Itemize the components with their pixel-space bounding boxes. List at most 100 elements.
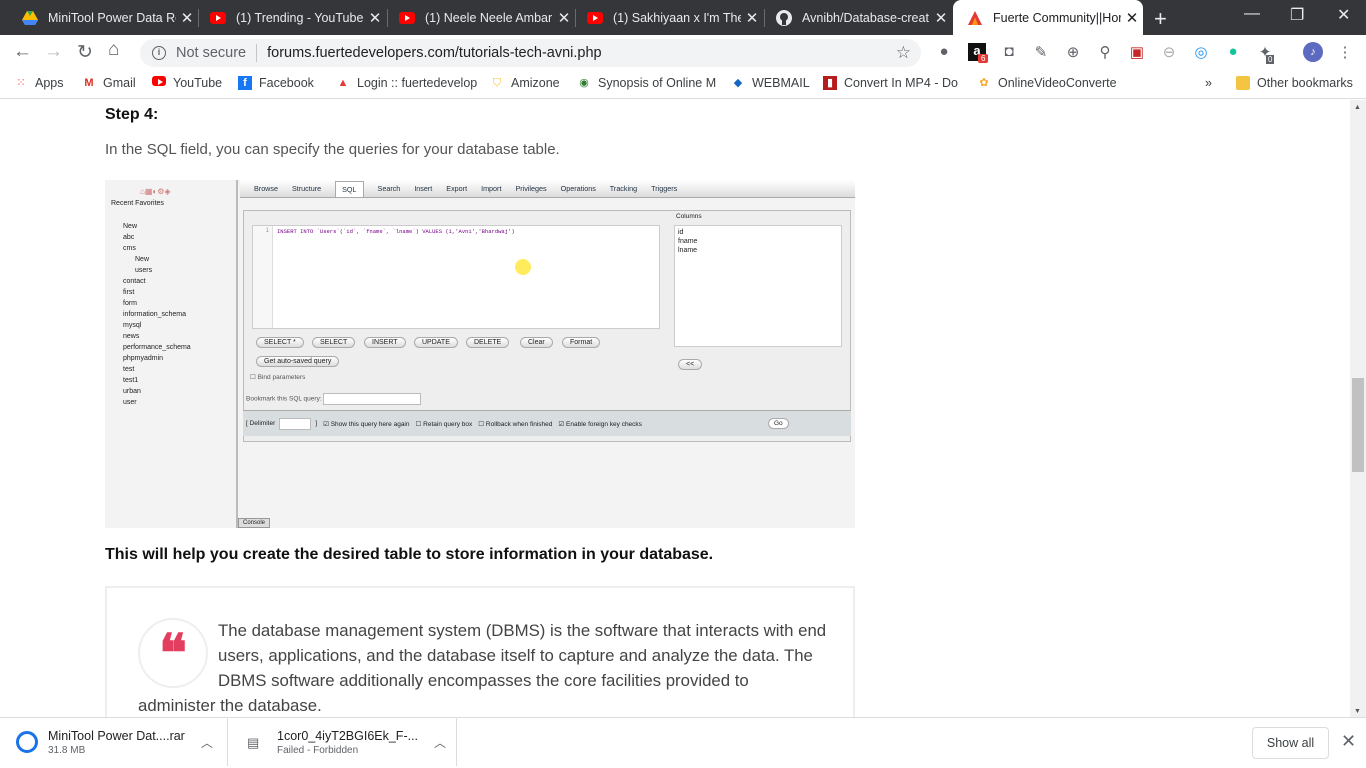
home-icon[interactable]: ⌂ <box>108 39 119 61</box>
show-all-button[interactable]: Show all <box>1252 727 1329 759</box>
download-item-minitool[interactable]: MiniTool Power Dat....rar 31.8 MB ︿ <box>0 718 228 766</box>
pma-tab: Export <box>446 184 468 193</box>
apps-icon: ⁙ <box>16 77 26 89</box>
bookmark-star-icon[interactable]: ☆ <box>896 43 911 63</box>
pocket-extension-icon[interactable]: ▣ <box>1128 43 1146 61</box>
tree-item: mysql <box>123 322 142 329</box>
profile-avatar[interactable]: ♪ <box>1303 42 1323 62</box>
zoom-extension-icon[interactable]: ⚲ <box>1096 43 1114 61</box>
pma-tab: Insert <box>414 184 433 193</box>
menu-icon[interactable]: ⋮ <box>1336 43 1354 61</box>
magnifier-extension-icon[interactable]: ⊕ <box>1064 43 1082 61</box>
pma-tab: Search <box>377 184 401 193</box>
tree-item: New <box>135 256 150 263</box>
bookmark-webmail[interactable]: ◆ WEBMAIL <box>731 76 810 90</box>
restore-icon[interactable]: ❐ <box>1290 5 1304 25</box>
lightbulb-extension-icon[interactable]: ● <box>935 43 953 61</box>
block-extension-icon[interactable]: ⊖ <box>1160 43 1178 61</box>
chevron-up-icon[interactable]: ︿ <box>434 734 446 751</box>
facebook-icon: f <box>238 76 252 90</box>
bookmark-amizone[interactable]: ⛉ Amizone <box>490 76 560 90</box>
camera-extension-icon[interactable]: ◘ <box>1000 43 1018 61</box>
close-downloads-icon[interactable]: ✕ <box>1341 731 1356 752</box>
console-tab: Console <box>238 518 271 528</box>
bookmark-convert[interactable]: ▮ Convert In MP4 - Do <box>823 76 958 90</box>
bookmark-youtube[interactable]: YouTube <box>152 76 222 90</box>
close-tab-icon[interactable]: ✕ <box>741 9 763 27</box>
tree-item: first <box>123 289 135 296</box>
bookmarks-overflow-button[interactable]: » <box>1205 76 1212 90</box>
pma-tab: Import <box>481 184 502 193</box>
youtube-icon <box>210 10 226 26</box>
tab-fuerte[interactable]: Fuerte Community||Hor ✕ <box>953 0 1143 35</box>
sql-editor: 1 INSERT INTO `Users`(`id`, `fname`, `ln… <box>252 225 660 329</box>
address-bar[interactable]: i Not secure forums.fuertedevelopers.com… <box>140 39 921 67</box>
forward-icon[interactable]: → <box>44 41 63 63</box>
security-label: Not secure <box>176 45 247 61</box>
bind-params-label: Bind parameters <box>257 374 306 381</box>
tab-neele[interactable]: (1) Neele Neele Ambar ✕ <box>385 0 575 35</box>
bookmark-facebook[interactable]: f Facebook <box>238 76 314 90</box>
tab-minitool[interactable]: MiniTool Power Data Re ✕ <box>8 0 198 35</box>
tree-item: New <box>123 223 138 230</box>
github-icon <box>776 9 792 26</box>
bookmark-gmail[interactable]: M Gmail <box>82 76 135 90</box>
phpmyadmin-screenshot: ⌂▦◐⚙◈ Recent Favorites New abc cms New u… <box>105 180 855 528</box>
pma-tab: Tracking <box>609 184 638 193</box>
step-text: In the SQL field, you can specify the qu… <box>105 141 560 158</box>
page-content: Step 4: In the SQL field, you can specif… <box>0 100 1350 717</box>
tab-trending[interactable]: (1) Trending - YouTube ✕ <box>196 0 386 35</box>
youtube-icon <box>399 10 415 26</box>
pma-button: Clear <box>520 337 553 348</box>
webmail-icon: ◆ <box>733 77 743 89</box>
close-window-icon[interactable]: ✕ <box>1337 5 1350 25</box>
bookmark-login[interactable]: ▲ Login :: fuertedevelop <box>336 76 478 90</box>
close-tab-icon[interactable]: ✕ <box>176 9 198 27</box>
grammarly-extension-icon[interactable]: ● <box>1224 43 1242 61</box>
close-tab-icon[interactable]: ✕ <box>364 9 386 27</box>
pma-button: SELECT <box>312 337 356 348</box>
scrollbar-thumb[interactable] <box>1352 378 1364 472</box>
tree-item: cms <box>123 245 136 252</box>
scrollbar[interactable]: ▲ ▼ <box>1350 100 1366 717</box>
close-tab-icon[interactable]: ✕ <box>930 9 952 27</box>
amizone-icon: ⛉ <box>492 77 502 89</box>
pma-go-button: Go <box>767 418 789 429</box>
bookmark-apps[interactable]: ⁙ Apps <box>14 76 63 90</box>
google-drive-icon <box>22 10 38 26</box>
pma-button: INSERT <box>364 337 406 348</box>
bold-summary: This will help you create the desired ta… <box>105 546 714 563</box>
fuerte-icon <box>967 10 983 26</box>
bookmark-synopsis[interactable]: ◉ Synopsis of Online M <box>577 76 716 90</box>
bookmark-videoconverter[interactable]: ✿ OnlineVideoConverte <box>977 76 1116 90</box>
downloads-bar: MiniTool Power Dat....rar 31.8 MB ︿ ▤ 1c… <box>0 717 1366 768</box>
new-tab-button[interactable]: + <box>1154 6 1167 32</box>
pma-button: Format <box>562 337 601 348</box>
chevron-up-icon[interactable]: ︿ <box>201 734 213 751</box>
minimize-icon[interactable]: — <box>1244 5 1260 23</box>
reload-icon[interactable]: ↻ <box>77 41 93 64</box>
columns-list: id fname lname <box>674 225 842 347</box>
mouse-cursor-highlight <box>515 259 531 275</box>
scroll-down-icon[interactable]: ▼ <box>1354 708 1361 715</box>
pma-tabs: Browse Structure SQL Search Insert Expor… <box>240 180 855 198</box>
pma-button: SELECT * <box>256 337 304 348</box>
sync-extension-icon[interactable]: ◎ <box>1192 43 1210 61</box>
youtube-icon <box>587 10 603 26</box>
favorites-tab: Favorites <box>135 200 164 207</box>
tree-item: urban <box>123 388 141 395</box>
tree-item: users <box>135 267 153 274</box>
download-item-failed[interactable]: ▤ 1cor0_4iyT2BGI6Ek_F-... Failed - Forbi… <box>229 718 457 766</box>
back-icon[interactable]: ← <box>13 41 32 63</box>
tab-github[interactable]: Avnibh/Database-creat ✕ <box>762 0 952 35</box>
url-text[interactable]: forums.fuertedevelopers.com/tutorials-te… <box>267 45 601 61</box>
sql-panel: 1 INSERT INTO `Users`(`id`, `fname`, `ln… <box>243 210 851 442</box>
scroll-up-icon[interactable]: ▲ <box>1354 104 1361 111</box>
tab-sakhiyaan[interactable]: (1) Sakhiyaan x I'm The ✕ <box>573 0 763 35</box>
other-bookmarks[interactable]: Other bookmarks <box>1236 76 1353 90</box>
tree-item: user <box>123 399 137 406</box>
pen-extension-icon[interactable]: ✎ <box>1032 43 1050 61</box>
close-tab-icon[interactable]: ✕ <box>1121 9 1143 27</box>
info-icon[interactable]: i <box>152 46 166 60</box>
close-tab-icon[interactable]: ✕ <box>553 9 575 27</box>
